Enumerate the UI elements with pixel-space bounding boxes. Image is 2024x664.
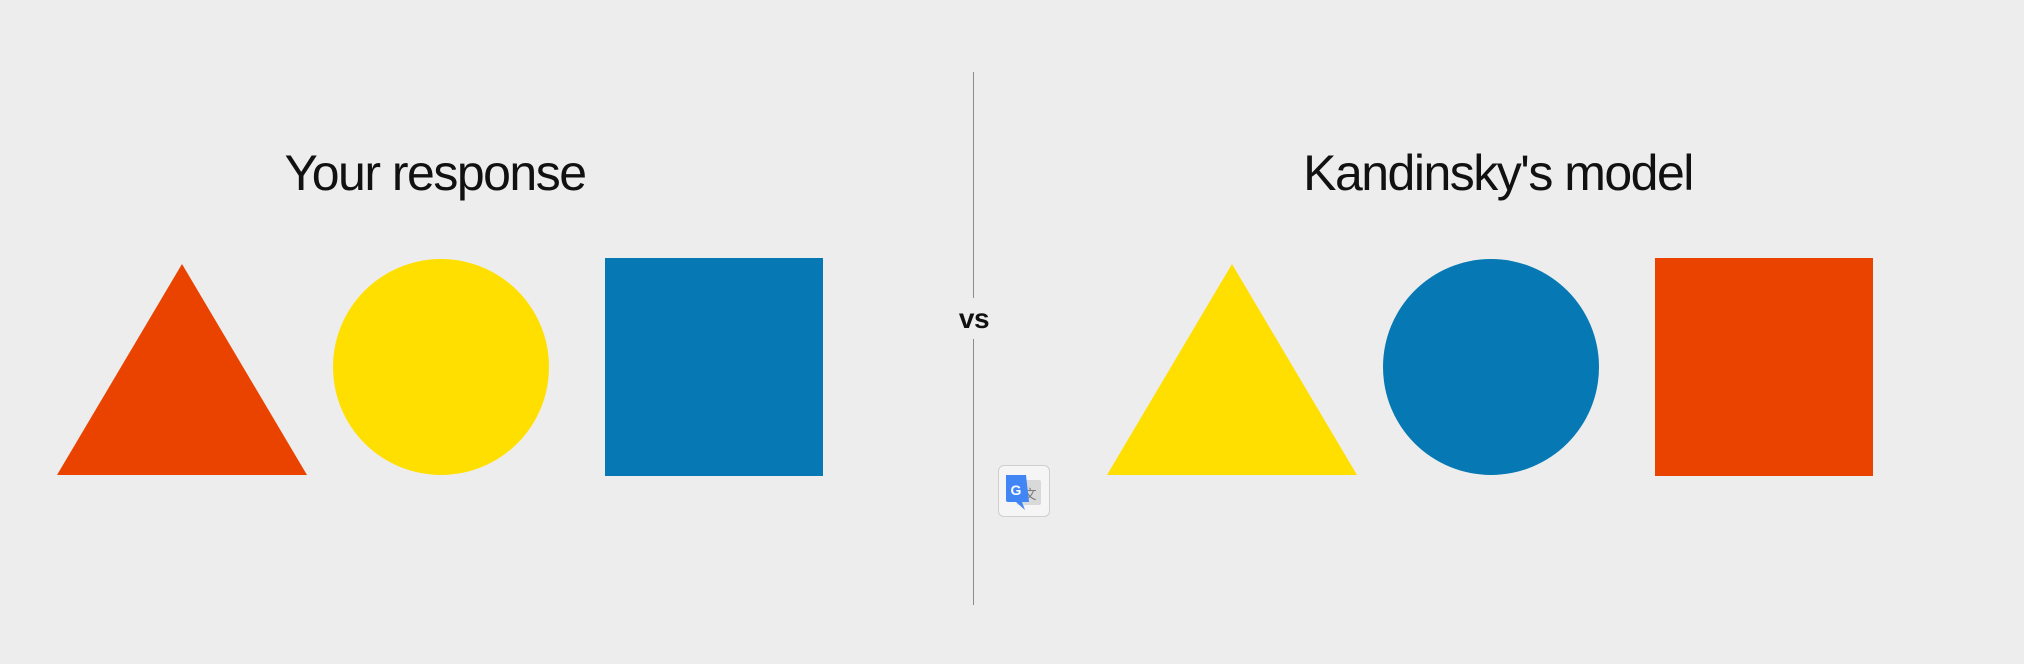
divider-line-bottom (973, 339, 974, 605)
right-panel-title: Kandinsky's model (1303, 145, 1694, 201)
right-square (1655, 258, 1873, 476)
left-panel-title: Your response (284, 145, 587, 201)
right-triangle (1107, 264, 1357, 475)
google-translate-button[interactable]: 文 G (998, 465, 1050, 517)
google-translate-icon: 文 G (1006, 475, 1041, 510)
left-circle (333, 259, 549, 475)
left-square (605, 258, 823, 476)
right-circle (1383, 259, 1599, 475)
left-triangle (57, 264, 307, 475)
svg-text:G: G (1011, 482, 1022, 498)
vs-label: vs (958, 303, 990, 334)
divider-line-top (973, 72, 974, 298)
